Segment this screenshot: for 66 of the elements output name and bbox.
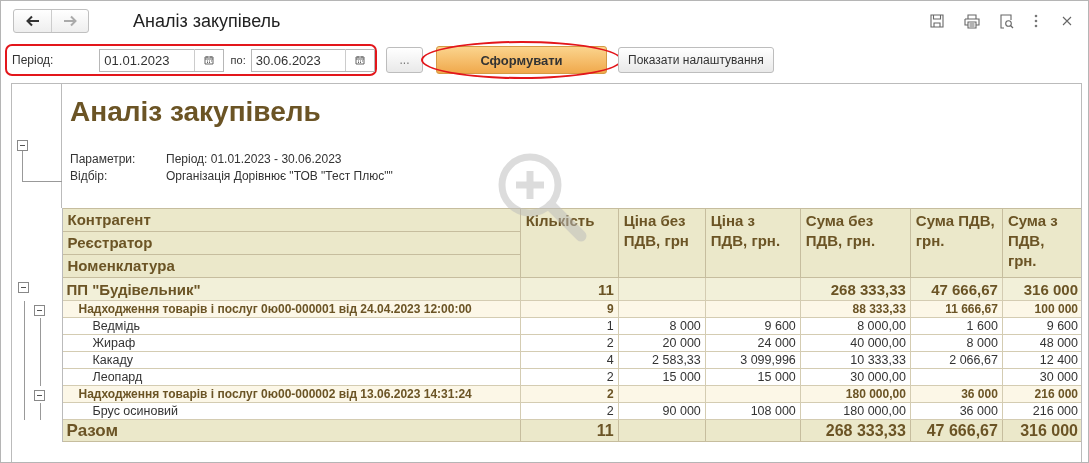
table-cell: 2 xyxy=(520,334,619,352)
preview-icon[interactable] xyxy=(1000,13,1014,29)
table-cell: 10 333,33 xyxy=(800,351,911,369)
table-cell: Ведмідь xyxy=(62,317,521,335)
save-icon[interactable] xyxy=(930,14,944,28)
parameter-value: Період: 01.01.2023 - 30.06.2023 xyxy=(166,151,342,168)
column-header: Ціна з ПДВ, грн. xyxy=(705,208,801,278)
parameter-value: Організація Дорівнює "ТОВ "Тест Плюс"" xyxy=(166,168,393,185)
print-icon[interactable] xyxy=(964,13,980,29)
table-cell: Леопард xyxy=(62,368,521,386)
window-title: Аналіз закупівель xyxy=(133,10,281,32)
table-cell: 30 000,00 xyxy=(800,368,911,386)
more-icon[interactable] xyxy=(1034,14,1038,28)
close-icon[interactable] xyxy=(1062,16,1072,26)
table-cell: 1 600 xyxy=(910,317,1003,335)
table-cell: 3 099,996 xyxy=(705,351,801,369)
table-cell: Какаду xyxy=(62,351,521,369)
table-cell: ПП "Будівельник" xyxy=(62,277,521,301)
column-header: Сума без ПДВ, грн. xyxy=(800,208,911,278)
table-cell: Жираф xyxy=(62,334,521,352)
table-cell: 36 000 xyxy=(910,402,1003,420)
parameter-label: Параметри: xyxy=(70,151,137,168)
column-header: Сума з ПДВ, грн. xyxy=(1002,208,1081,278)
table-cell: 20 000 xyxy=(618,334,706,352)
table-cell: 8 000 xyxy=(910,334,1003,352)
tree-line xyxy=(22,151,62,182)
forward-arrow-icon xyxy=(63,15,77,27)
column-header: Контрагент xyxy=(62,208,521,232)
column-header: Номенклатура xyxy=(62,254,521,278)
table-cell: 40 000,00 xyxy=(800,334,911,352)
collapse-toggle[interactable] xyxy=(34,389,45,401)
table-cell: 90 000 xyxy=(618,402,706,420)
back-arrow-icon xyxy=(25,15,40,27)
toolbar-button[interactable]: Показати налаштування xyxy=(618,47,774,73)
period-label: Період: xyxy=(12,53,55,67)
table-cell: 1 xyxy=(520,317,619,335)
column-header: Реєстратор xyxy=(62,231,521,255)
table-cell: 15 000 xyxy=(705,368,801,386)
table-cell: 2 066,67 xyxy=(910,351,1003,369)
table-cell: 2 xyxy=(520,402,619,420)
toolbar-button[interactable]: ... xyxy=(386,47,423,73)
table-cell: 4 xyxy=(520,351,619,369)
total-label: Разом xyxy=(62,419,521,442)
collapse-toggle[interactable] xyxy=(34,304,45,316)
date-field[interactable]: 01.01.2023 xyxy=(99,48,224,72)
date-field[interactable]: 30.06.2023 xyxy=(250,48,375,72)
table-cell: 2 xyxy=(520,368,619,386)
table-cell: 9 600 xyxy=(705,317,801,335)
toolbar-button[interactable]: Сформувати xyxy=(436,46,607,74)
table-cell: 24 000 xyxy=(705,334,801,352)
table-cell: 8 000,00 xyxy=(800,317,911,335)
table-cell: Брус осиновий xyxy=(62,402,521,420)
report-title: Аналіз закупівель xyxy=(70,96,322,129)
column-header: Сума ПДВ, грн. xyxy=(910,208,1003,278)
collapse-toggle[interactable] xyxy=(17,140,28,151)
to-label: по: xyxy=(230,54,246,66)
table-cell: 108 000 xyxy=(705,402,801,420)
column-header: Кількість xyxy=(520,208,619,278)
table-cell: 2 583,33 xyxy=(618,351,706,369)
table-cell: 8 000 xyxy=(618,317,706,335)
parameter-label: Відбір: xyxy=(70,168,109,185)
column-header: Ціна без ПДВ, грн xyxy=(618,208,706,278)
table-cell: 268 333,33 xyxy=(800,277,911,301)
table-cell: 15 000 xyxy=(618,368,706,386)
collapse-toggle[interactable] xyxy=(18,281,29,293)
table-cell: 180 000,00 xyxy=(800,402,911,420)
